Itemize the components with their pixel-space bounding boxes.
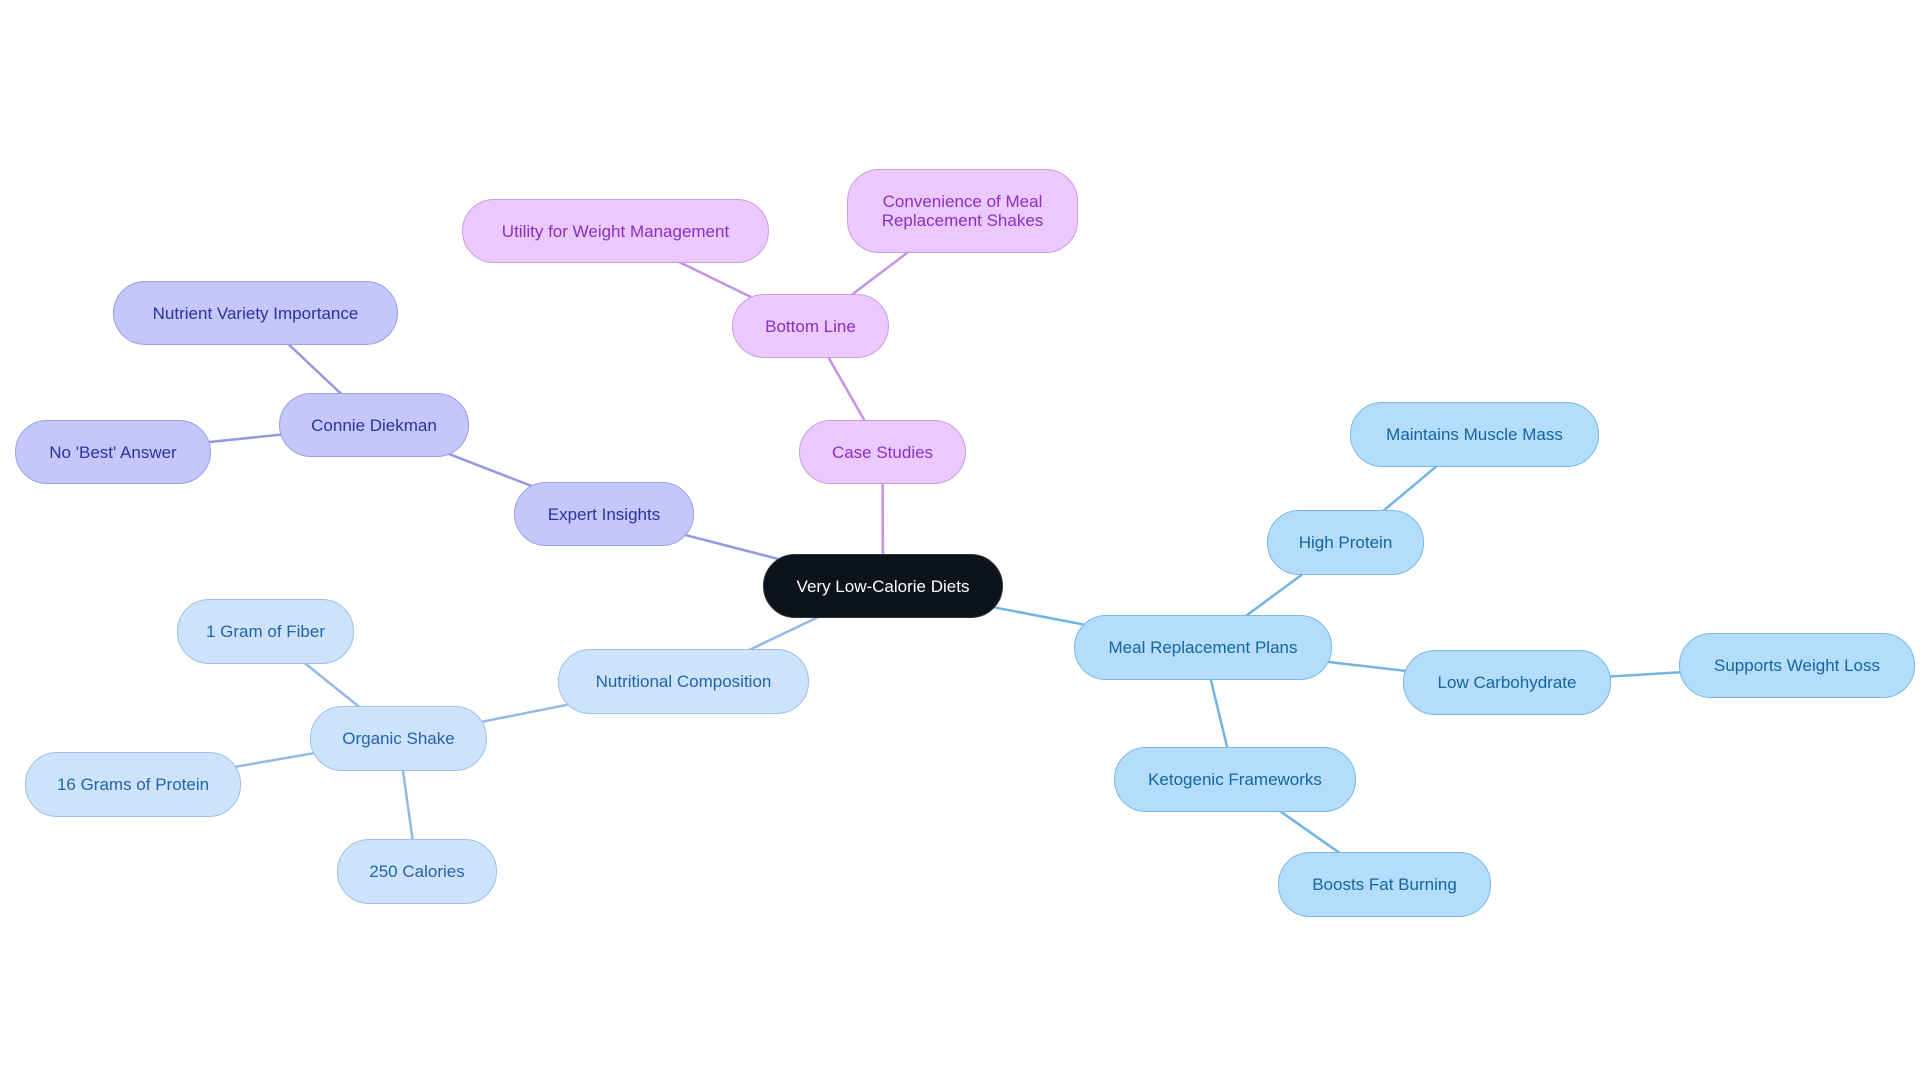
mindmap-edges bbox=[112, 210, 1798, 886]
node-nutritional-composition[interactable]: Nutritional Composition bbox=[558, 649, 809, 714]
node-no-best-answer[interactable]: No 'Best' Answer bbox=[15, 420, 211, 484]
node-nutrient-variety-importance[interactable]: Nutrient Variety Importance bbox=[113, 281, 398, 345]
node-low-carbohydrate[interactable]: Low Carbohydrate bbox=[1403, 650, 1611, 715]
node-expert-insights[interactable]: Expert Insights bbox=[514, 482, 694, 546]
node-high-protein[interactable]: High Protein bbox=[1267, 510, 1424, 575]
node-utility-for-weight-management[interactable]: Utility for Weight Management bbox=[462, 199, 769, 263]
node-case-studies[interactable]: Case Studies bbox=[799, 420, 966, 484]
node-convenience-of-meal-replacement-shakes[interactable]: Convenience of Meal Replacement Shakes bbox=[847, 169, 1078, 253]
node-organic-shake[interactable]: Organic Shake bbox=[310, 706, 487, 771]
node-maintains-muscle-mass[interactable]: Maintains Muscle Mass bbox=[1350, 402, 1599, 467]
node-ketogenic-frameworks[interactable]: Ketogenic Frameworks bbox=[1114, 747, 1356, 812]
node-bottom-line[interactable]: Bottom Line bbox=[732, 294, 889, 358]
node-250-calories[interactable]: 250 Calories bbox=[337, 839, 497, 904]
node-meal-replacement-plans[interactable]: Meal Replacement Plans bbox=[1074, 615, 1332, 680]
node-1-gram-of-fiber[interactable]: 1 Gram of Fiber bbox=[177, 599, 354, 664]
root-node[interactable]: Very Low-Calorie Diets bbox=[763, 554, 1003, 618]
node-16-grams-of-protein[interactable]: 16 Grams of Protein bbox=[25, 752, 241, 817]
node-connie-diekman[interactable]: Connie Diekman bbox=[279, 393, 469, 457]
node-supports-weight-loss[interactable]: Supports Weight Loss bbox=[1679, 633, 1915, 698]
node-boosts-fat-burning[interactable]: Boosts Fat Burning bbox=[1278, 852, 1491, 917]
